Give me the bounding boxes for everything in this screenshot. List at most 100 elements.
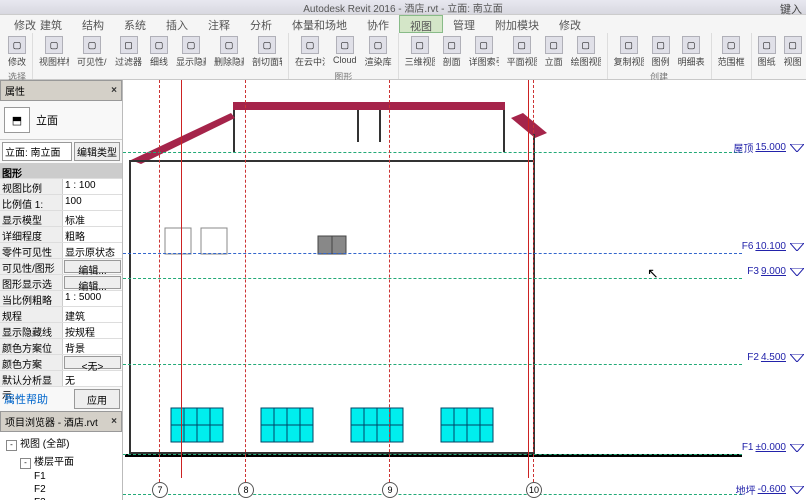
menu-structure[interactable]: 结构 bbox=[72, 15, 114, 33]
ribbon-显示隐藏线[interactable]: ▢显示隐藏线 bbox=[173, 34, 209, 78]
ribbon-图例[interactable]: ▢图例 bbox=[649, 34, 673, 70]
prop-value[interactable]: 1 : 5000 bbox=[63, 291, 122, 306]
menu-analyze[interactable]: 分析 bbox=[240, 15, 282, 33]
prop-value[interactable]: 无 bbox=[63, 371, 122, 386]
ribbon-立面[interactable]: ▢立面 bbox=[542, 34, 566, 78]
menu-modify2[interactable]: 修改 bbox=[549, 15, 591, 33]
cursor-icon: ↖ bbox=[647, 265, 659, 282]
level-line[interactable] bbox=[123, 364, 742, 365]
section-line[interactable] bbox=[181, 80, 182, 478]
grid-line[interactable] bbox=[533, 80, 534, 482]
prop-value[interactable]: 编辑... bbox=[64, 260, 121, 273]
menu-manage[interactable]: 管理 bbox=[443, 15, 485, 33]
ribbon-过滤器[interactable]: ▢过滤器 bbox=[112, 34, 145, 78]
level-label[interactable]: F3 9.000 bbox=[747, 266, 804, 277]
tree-toggle-icon[interactable]: - bbox=[20, 458, 31, 469]
ribbon-详图索引[interactable]: ▢详图索引 bbox=[466, 34, 502, 78]
tree-item[interactable]: F1 bbox=[2, 470, 120, 483]
grid-bubble[interactable]: 7 bbox=[152, 482, 168, 498]
ribbon-可见性/图形[interactable]: ▢可见性/图形 bbox=[74, 34, 110, 78]
level-line[interactable] bbox=[123, 253, 742, 254]
ribbon-icon: ▢ bbox=[220, 36, 238, 54]
prop-value[interactable]: <无> bbox=[64, 356, 121, 369]
grid-bubble[interactable]: 9 bbox=[382, 482, 398, 498]
ribbon-删除隐藏线[interactable]: ▢删除隐藏线 bbox=[211, 34, 247, 78]
ribbon-图纸[interactable]: ▢图纸 bbox=[755, 34, 779, 70]
prop-value[interactable]: 标准 bbox=[63, 211, 122, 226]
menu-modify[interactable]: 修改 bbox=[4, 15, 46, 35]
ribbon-icon: ▢ bbox=[83, 36, 101, 54]
grid-line[interactable] bbox=[159, 80, 160, 482]
prop-value[interactable]: 100 bbox=[63, 195, 122, 210]
section-line[interactable] bbox=[528, 80, 529, 478]
menu-annotate[interactable]: 注释 bbox=[198, 15, 240, 33]
prop-value[interactable]: 显示原状态 bbox=[63, 243, 122, 258]
ribbon-剖面[interactable]: ▢剖面 bbox=[440, 34, 464, 78]
ribbon-icon: ▢ bbox=[758, 36, 776, 54]
prop-value[interactable] bbox=[63, 164, 122, 178]
ribbon-在云中渲染[interactable]: ▢在云中渲染 bbox=[292, 34, 328, 70]
ribbon-绘图视图[interactable]: ▢绘图视图 bbox=[568, 34, 604, 78]
prop-value[interactable]: 按规程 bbox=[63, 323, 122, 338]
close-icon[interactable]: × bbox=[111, 85, 117, 96]
properties-header: 属性× bbox=[0, 80, 122, 101]
project-browser[interactable]: -视图 (全部)-楼层平面F1F2F3F6地坪屋顶-三维视图{3D}三维 bbox=[0, 432, 122, 500]
prop-value[interactable]: 编辑... bbox=[64, 276, 121, 289]
grid-line[interactable] bbox=[389, 80, 390, 482]
level-line[interactable] bbox=[123, 454, 742, 455]
prop-value[interactable]: 粗略 bbox=[63, 227, 122, 242]
ribbon-Cloud[interactable]: ▢Cloud bbox=[330, 34, 360, 70]
ribbon-修改[interactable]: ▢修改 bbox=[5, 34, 29, 70]
quick-access: 键入 bbox=[776, 0, 806, 18]
tree-item[interactable]: -楼层平面 bbox=[2, 452, 120, 470]
grid-bubble[interactable]: 8 bbox=[238, 482, 254, 498]
ribbon-视图[interactable]: ▢视图 bbox=[781, 34, 805, 70]
ribbon-icon: ▢ bbox=[369, 36, 387, 54]
tree-toggle-icon[interactable]: - bbox=[6, 440, 17, 451]
props-help-link[interactable]: 属性帮助 bbox=[2, 389, 50, 409]
grid-bubble[interactable]: 10 bbox=[526, 482, 542, 498]
tree-item[interactable]: -视图 (全部) bbox=[2, 434, 120, 452]
edit-type-button[interactable]: 编辑类型 bbox=[74, 142, 120, 161]
menu-massing[interactable]: 体量和场地 bbox=[282, 15, 357, 33]
menu-view[interactable]: 视图 bbox=[399, 15, 443, 33]
prop-value[interactable]: 建筑 bbox=[63, 307, 122, 322]
prop-key: 详细程度 bbox=[0, 227, 63, 242]
ribbon-范围框[interactable]: ▢范围框 bbox=[715, 34, 748, 78]
menu-collaborate[interactable]: 协作 bbox=[357, 15, 399, 33]
ribbon-视图样板[interactable]: ▢视图样板 bbox=[36, 34, 72, 78]
level-label[interactable]: F6 10.100 bbox=[742, 241, 804, 252]
menu-insert[interactable]: 插入 bbox=[156, 15, 198, 33]
prop-value[interactable]: 1 : 100 bbox=[63, 179, 122, 194]
prop-key: 默认分析显示... bbox=[0, 371, 63, 386]
level-line[interactable] bbox=[123, 494, 742, 495]
close-icon[interactable]: × bbox=[111, 416, 117, 427]
ribbon-明细表[interactable]: ▢明细表 bbox=[675, 34, 708, 70]
ribbon-剖切面轮廓[interactable]: ▢剖切面轮廓 bbox=[249, 34, 285, 78]
drawing-canvas[interactable]: ↖ 屋顶 15.000 F6 10.100 F3 9.000 F2 4.500 F1 ±… bbox=[123, 80, 806, 500]
tree-item[interactable]: F3 bbox=[2, 496, 120, 500]
menu-systems[interactable]: 系统 bbox=[114, 15, 156, 33]
level-line[interactable] bbox=[123, 152, 742, 153]
prop-key: 显示隐藏线 bbox=[0, 323, 63, 338]
grid-line[interactable] bbox=[245, 80, 246, 482]
ribbon-三维视图[interactable]: ▢三维视图 bbox=[402, 34, 438, 78]
browser-header: 项目浏览器 - 酒店.rvt× bbox=[0, 411, 122, 432]
prop-value[interactable]: 背景 bbox=[63, 339, 122, 354]
ribbon-复制视图[interactable]: ▢复制视图 bbox=[611, 34, 647, 70]
apply-button[interactable]: 应用 bbox=[74, 389, 120, 409]
level-label[interactable]: 地坪 -0.600 bbox=[736, 482, 804, 497]
qa-item[interactable]: 键入 bbox=[776, 0, 806, 18]
ribbon-平面视图[interactable]: ▢平面视图 bbox=[504, 34, 540, 78]
ribbon-渲染库[interactable]: ▢渲染库 bbox=[362, 34, 395, 70]
level-label[interactable]: F2 4.500 bbox=[747, 352, 804, 363]
menu-addins[interactable]: 附加模块 bbox=[485, 15, 549, 33]
type-selector[interactable]: 立面: 南立面 bbox=[2, 142, 72, 161]
level-label[interactable]: F1 ±0.000 bbox=[742, 442, 804, 453]
ribbon-icon: ▢ bbox=[182, 36, 200, 54]
ribbon-细线[interactable]: ▢细线 bbox=[147, 34, 171, 78]
ribbon-icon: ▢ bbox=[336, 36, 354, 54]
level-label[interactable]: 屋顶 15.000 bbox=[733, 140, 804, 155]
tree-item[interactable]: F2 bbox=[2, 483, 120, 496]
level-line[interactable] bbox=[123, 278, 742, 279]
